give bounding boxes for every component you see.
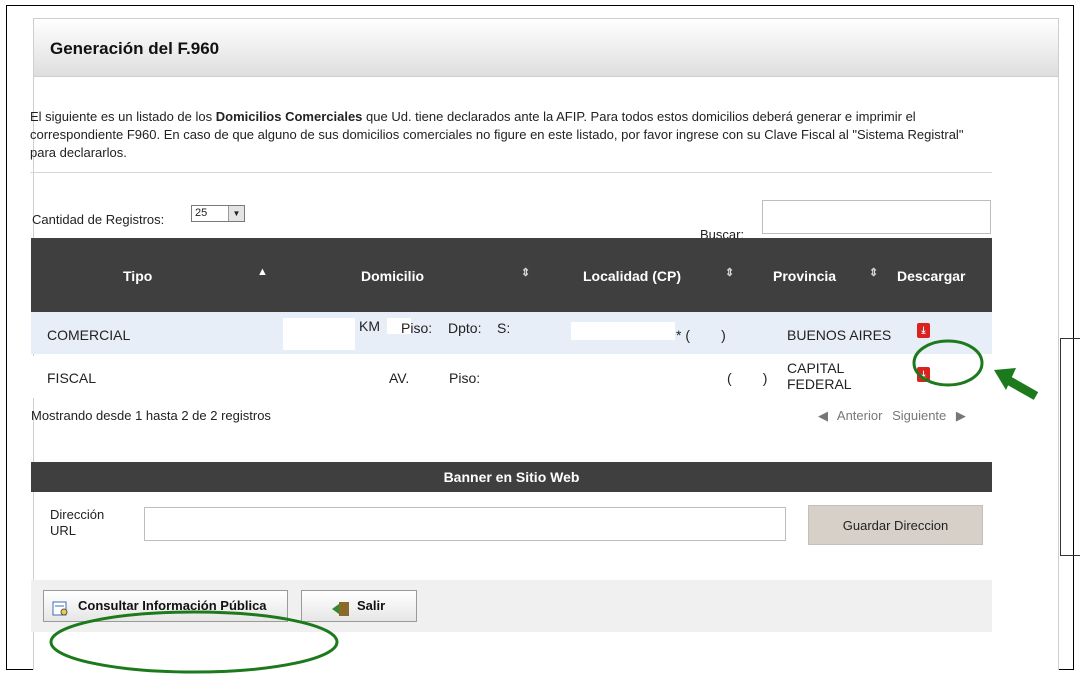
highlight-ellipse	[49, 610, 339, 674]
annotation-overlay	[49, 339, 1039, 674]
highlight-ellipse	[912, 339, 984, 387]
arrow-icon	[994, 368, 1039, 400]
